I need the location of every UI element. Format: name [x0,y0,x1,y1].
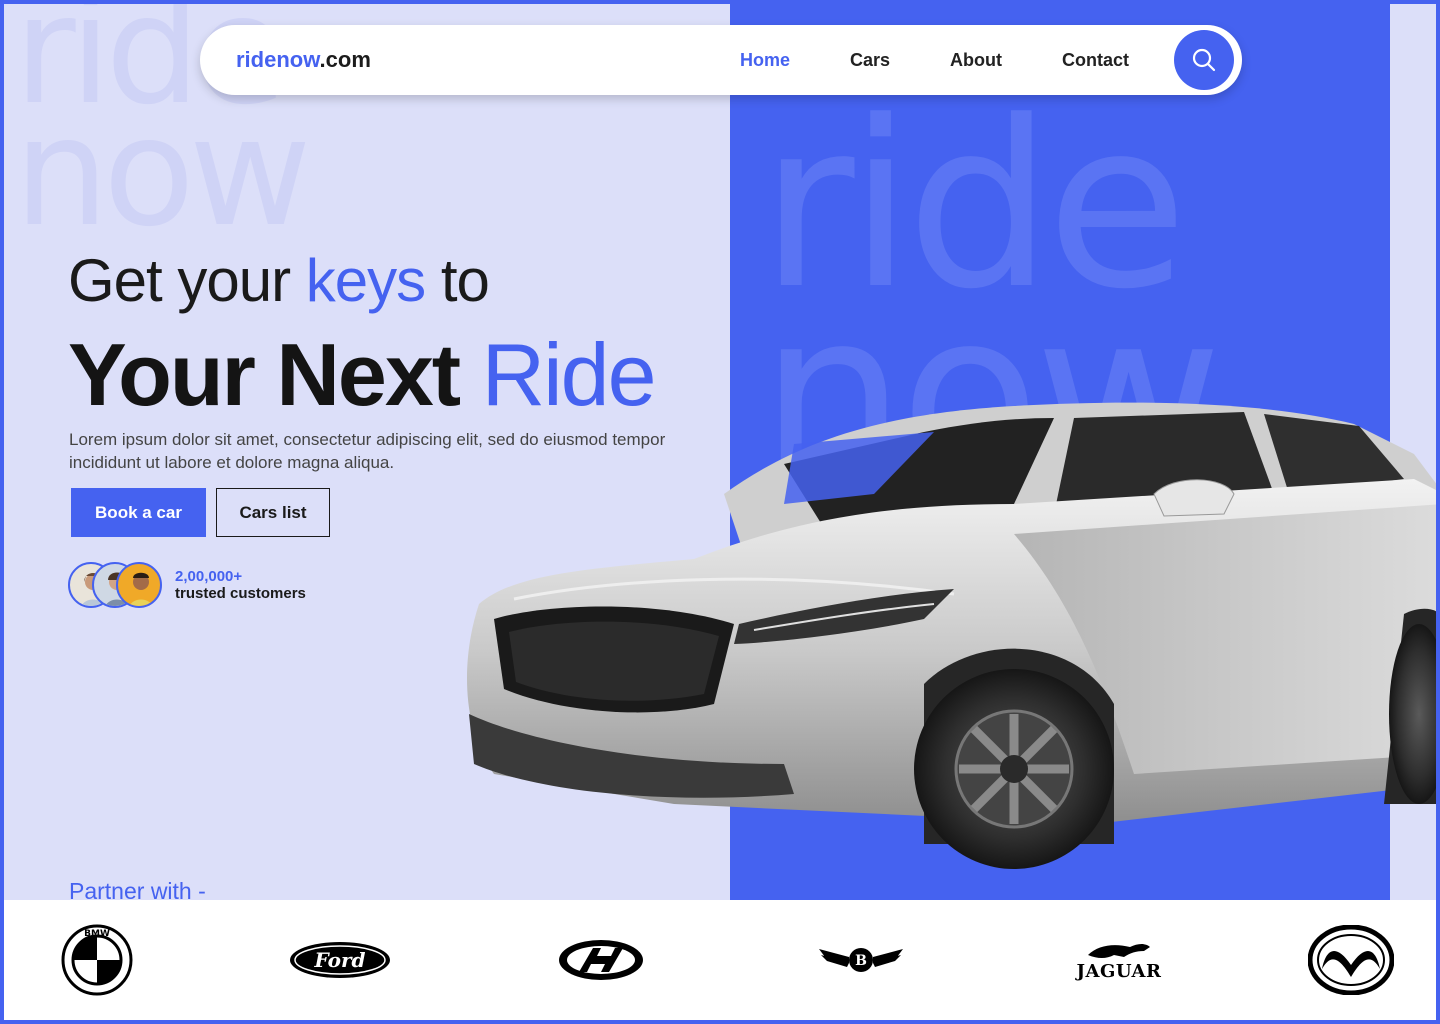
bentley-logo[interactable]: B [816,918,906,1002]
ford-logo-text: Ford [314,948,366,972]
bentley-logo-text: B [855,953,867,969]
ford-logo[interactable]: Ford [287,918,393,1002]
site-logo[interactable]: ridenow.com [236,47,371,73]
search-icon [1192,48,1216,72]
hero-line1-accent: keys [305,247,426,314]
partner-logos: BMW Ford B JAGUAR [4,900,1436,1020]
book-car-button[interactable]: Book a car [71,488,206,537]
hero-heading-line1: Get your keys to [68,246,490,315]
search-button[interactable] [1174,30,1234,90]
customer-label: trusted customers [175,585,306,602]
avatar [116,562,162,608]
logo-main: ridenow [236,47,320,72]
nav-cars[interactable]: Cars [850,50,890,71]
bmw-logo[interactable]: BMW [59,918,135,1002]
hyundai-logo[interactable] [556,918,646,1002]
hero-line1-text-b: to [425,247,490,314]
watermark-line2: now [14,86,312,260]
jaguar-logo[interactable]: JAGUAR [1074,918,1164,1002]
hero-line2-accent: Ride [481,325,657,424]
nav-links: Home Cars About Contact [740,25,1189,95]
hero-heading-line2: Your Next Ride [68,324,657,426]
nav-home[interactable]: Home [740,50,790,71]
bmw-logo-text: BMW [84,929,110,939]
page: ride now ride now ridenow.com Home Cars … [4,4,1436,1020]
nav-about[interactable]: About [950,50,1002,71]
hero-line1-text-a: Get your [68,247,306,314]
hero-line2-text: Your Next [68,325,482,424]
hero-description: Lorem ipsum dolor sit amet, consectetur … [69,430,666,472]
top-navbar: ridenow.com Home Cars About Contact [200,25,1242,95]
nav-contact[interactable]: Contact [1062,50,1129,71]
customer-count: 2,00,000+ [175,568,243,585]
jaguar-logo-text: JAGUAR [1076,960,1162,982]
customer-avatars [68,562,164,610]
cars-list-button[interactable]: Cars list [216,488,330,537]
logo-suffix: .com [319,47,371,72]
mazda-logo[interactable] [1306,918,1396,1002]
